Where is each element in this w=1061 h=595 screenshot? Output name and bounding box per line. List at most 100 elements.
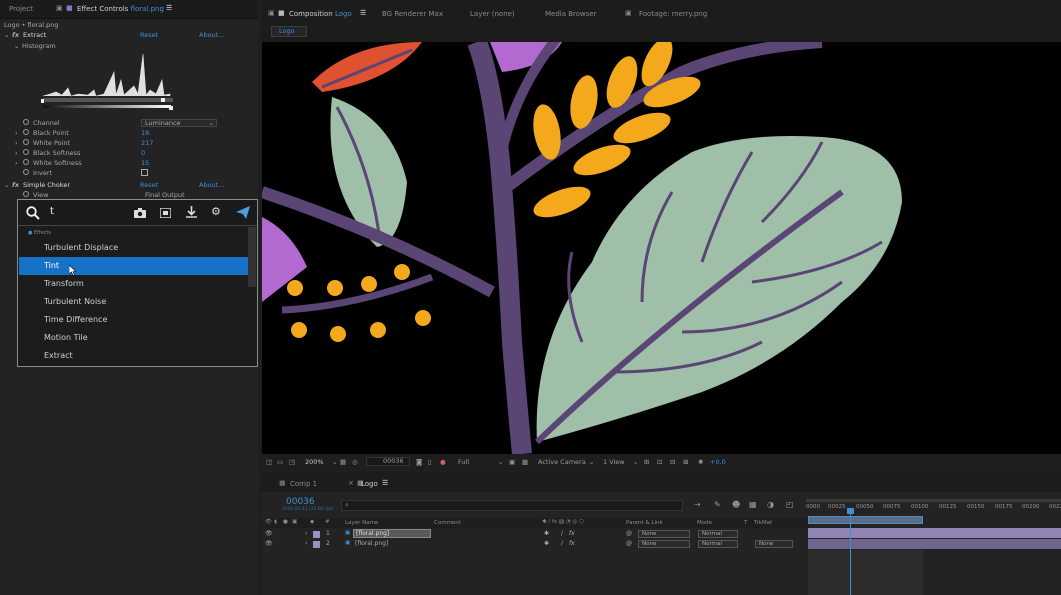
tab-project[interactable]: Project [9,5,33,13]
popup-item[interactable]: Motion Tile [19,329,248,347]
invert-checkbox[interactable] [141,169,148,176]
fx-icon[interactable]: fx [569,530,575,537]
property-value[interactable]: 15 [141,159,149,167]
col-layer-name[interactable]: Layer Name [345,520,378,526]
chevron-right-icon[interactable]: › [15,159,18,167]
transparency-icon[interactable]: ▩ [522,458,528,466]
chevron-right-icon[interactable]: › [305,540,307,547]
draft-3d-icon[interactable]: ✎ [714,500,721,509]
channel-icon[interactable]: ▯ [428,458,432,466]
col-trkmat[interactable]: TrkMat [754,520,772,526]
camera-dropdown[interactable]: Active Camera [538,458,586,466]
chevron-down-icon[interactable]: ⌄ [4,181,9,189]
channel-dropdown[interactable]: Luminance ⌄ [141,119,217,127]
chevron-down-icon[interactable]: ⌄ [14,42,19,50]
flowchart-icon[interactable]: ⊠ [683,458,688,466]
display-icon[interactable]: ▭ [277,458,283,466]
layer-bar-2[interactable] [808,539,1061,549]
layer-row[interactable]: 👁 › 2 ▣ [floral.png] ✱ ∕ fx @ None Norma… [262,539,810,549]
view-dropdown[interactable]: Final Output [145,191,185,199]
tab-bg-renderer[interactable]: BG Renderer Max [382,10,443,18]
effect-choker-header[interactable]: ⌄ fx Simple Choker Reset About... [0,180,258,190]
histogram-graph[interactable] [38,50,178,114]
mask-icon[interactable]: ◎ [352,458,358,466]
layer-name[interactable]: [floral.png] [355,540,388,547]
composition-canvas[interactable] [262,42,1061,454]
popup-item[interactable]: Extract [19,347,248,365]
chevron-down-icon[interactable]: ⌄ [589,458,594,466]
search-input[interactable]: t [50,206,54,217]
panel-menu-icon[interactable]: ☰ [166,4,172,12]
about-link-extract[interactable]: About... [199,31,224,39]
download-icon[interactable] [186,206,197,218]
lock-icon[interactable]: ■ [279,479,286,487]
views-dropdown[interactable]: 1 View [603,458,625,466]
lock-icon[interactable]: ▣ [56,4,63,12]
lock-icon[interactable]: ▣ [268,9,275,17]
tab-effect-controls[interactable]: Effect Controls floral.png [77,5,164,13]
always-preview-icon[interactable]: ◫ [266,458,272,466]
close-icon[interactable]: × [348,479,354,487]
solo-icon[interactable]: ● [283,519,288,525]
graph-editor-icon[interactable]: ◰ [786,500,794,509]
popup-item[interactable]: Transform [19,275,248,293]
camera-icon[interactable] [134,208,146,218]
chevron-down-icon[interactable]: ⌄ [332,458,337,466]
color-management-icon[interactable]: ● [440,458,446,466]
chevron-down-icon[interactable]: ⌄ [498,458,503,466]
stopwatch-icon[interactable] [23,119,29,127]
layer-bar-1[interactable] [808,528,1061,538]
stopwatch-icon[interactable] [23,169,29,177]
motion-blur-icon[interactable]: ◑ [767,500,774,509]
tab-composition[interactable]: Composition Logo [289,10,352,18]
pickwhip-icon[interactable]: @ [626,540,632,547]
switches-icons[interactable]: ✱ ∕ fx ▨ ◔ ◎ ⬡ [542,519,584,525]
mode-dropdown[interactable]: Normal [698,530,738,538]
layer-name[interactable]: [floral.png] [353,529,431,538]
quality-icon[interactable]: ∕ [561,540,563,547]
pickwhip-icon[interactable]: @ [626,530,632,537]
current-time-display[interactable]: 00036 [286,497,315,507]
eye-icon[interactable]: 👁 [265,540,273,547]
col-mode[interactable]: Mode [697,520,712,526]
eye-icon[interactable]: 👁 [265,530,273,537]
chevron-right-icon[interactable]: › [15,129,18,137]
grid-icon[interactable] [160,208,171,218]
shy-icon[interactable]: ☻ [732,500,740,509]
camera-icon[interactable]: ◙ [416,458,422,466]
parent-dropdown[interactable]: None [638,530,690,538]
chevron-right-icon[interactable]: › [15,149,18,157]
grid-guide-icon[interactable]: ▦ [340,458,346,466]
mode-dropdown[interactable]: Normal [698,540,738,548]
time-ruler-area[interactable]: 0000 00025 00050 00075 00100 00125 00150… [806,472,1061,595]
video-toggle-icon[interactable]: 👁 [265,519,272,525]
chevron-right-icon[interactable]: › [15,139,18,147]
label-icon[interactable]: ◆ [310,519,314,525]
label-color-swatch[interactable] [313,541,320,548]
stopwatch-icon[interactable] [23,139,29,147]
work-area-range[interactable] [808,516,923,524]
audio-toggle-icon[interactable]: ◖ [274,519,277,525]
chevron-down-icon[interactable]: ⌄ [633,458,638,466]
stopwatch-icon[interactable] [23,129,29,137]
gear-icon[interactable]: ⚙ [211,205,221,218]
fx-icon[interactable]: fx [569,540,575,547]
lock-icon[interactable]: ▣ [625,9,632,17]
col-comment[interactable]: Comment [434,520,461,526]
playhead-line[interactable] [850,508,851,595]
popup-item[interactable]: Time Difference [19,311,248,329]
frame-blend-icon[interactable]: ▦ [749,500,757,509]
reset-link-choker[interactable]: Reset [140,181,158,189]
viewer-timecode[interactable]: 00036 [366,457,410,466]
comp-subtab-logo[interactable]: Logo [271,26,307,37]
exposure-icon[interactable]: ✺ [698,458,703,466]
tab-logo[interactable]: Logo [361,480,378,488]
panel-menu-icon[interactable]: ☰ [360,9,366,17]
toggle-pixel-icon[interactable]: ⊞ [644,458,649,466]
tab-media-browser[interactable]: Media Browser [545,10,597,18]
property-value[interactable]: 0 [141,149,145,157]
switch-icon[interactable]: ✱ [544,540,549,547]
trkmat-dropdown[interactable]: None [755,540,793,548]
lock-icon[interactable]: ▣ [292,519,297,525]
work-area-bar[interactable] [806,499,1061,502]
